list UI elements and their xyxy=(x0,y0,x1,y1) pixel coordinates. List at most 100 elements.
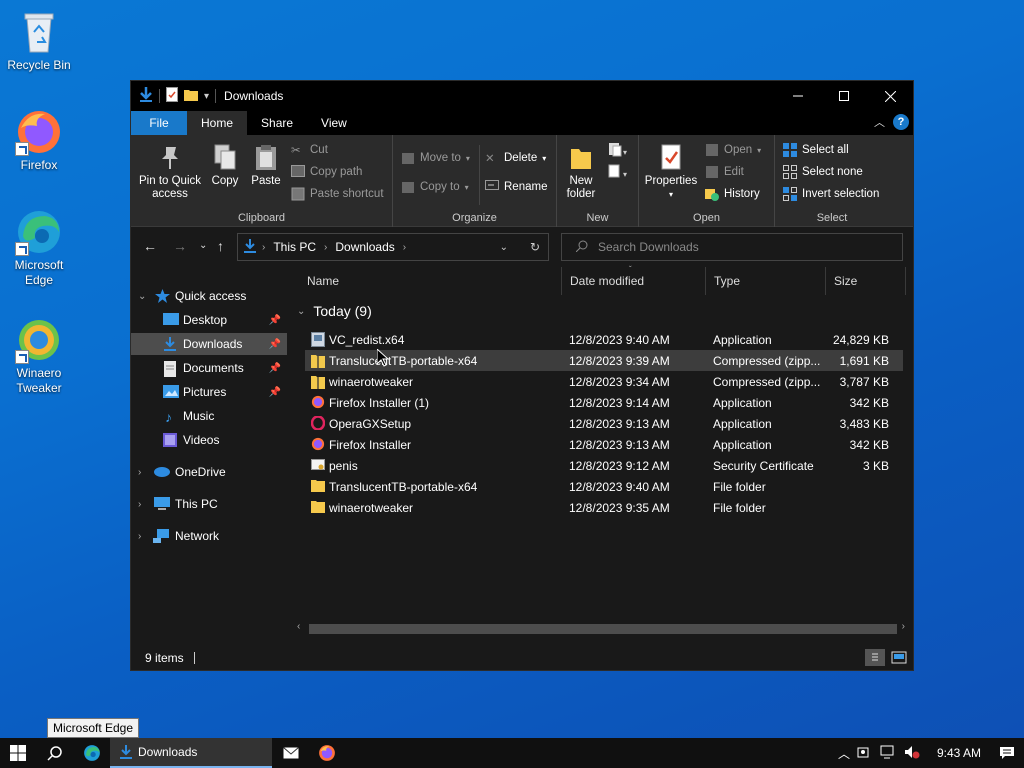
paste-button[interactable]: Paste xyxy=(247,143,285,188)
address-bar[interactable]: › This PC › Downloads › ⌄ ↻ xyxy=(237,233,549,261)
pin-to-quick-access-button[interactable]: Pin to Quick access xyxy=(137,143,203,201)
tab-share[interactable]: Share xyxy=(247,111,307,135)
file-row[interactable]: OperaGXSetup 12/8/2023 9:13 AM Application… xyxy=(305,413,903,434)
copy-icon xyxy=(211,143,239,171)
column-header-size[interactable]: Size xyxy=(826,267,906,295)
select-none-button[interactable]: Select none xyxy=(783,165,863,179)
recent-locations-button[interactable]: ⌄ xyxy=(199,240,207,251)
windows-logo-icon xyxy=(10,745,26,761)
history-button[interactable]: History xyxy=(705,187,760,201)
file-row[interactable]: winaerotweaker 12/8/2023 9:35 AM File fold… xyxy=(305,497,903,518)
file-row[interactable]: penis 12/8/2023 9:12 AM Security Certifica… xyxy=(305,455,903,476)
nav-downloads[interactable]: Downloads 📌 xyxy=(131,333,287,355)
show-hidden-icons-button[interactable]: ︿ xyxy=(832,745,856,762)
taskbar-mail[interactable] xyxy=(276,738,306,768)
clock[interactable]: 9:43 AM xyxy=(928,746,990,760)
nav-network[interactable]: › Network xyxy=(131,525,287,547)
tab-file[interactable]: File xyxy=(131,111,187,135)
column-header-type[interactable]: Type xyxy=(706,267,826,295)
column-header-date[interactable]: Date modified xyxy=(562,267,706,295)
move-to-button[interactable]: Move to ▾ xyxy=(401,151,470,165)
search-box[interactable]: Search Downloads xyxy=(561,233,903,261)
scrollbar-thumb[interactable] xyxy=(309,624,897,634)
file-row[interactable]: TranslucentTB-portable-x64 12/8/2023 9:39… xyxy=(305,350,903,371)
start-button[interactable] xyxy=(0,738,36,768)
sort-indicator-icon: ˇ xyxy=(629,265,632,274)
back-button[interactable]: ← xyxy=(143,238,157,254)
scroll-left-icon[interactable]: ‹ xyxy=(297,621,300,632)
meet-now-icon[interactable] xyxy=(856,745,880,762)
properties-icon xyxy=(657,143,685,171)
breadcrumb-downloads[interactable]: Downloads xyxy=(335,240,394,254)
tab-view[interactable]: View xyxy=(307,111,361,135)
customize-qat-icon[interactable]: ▾ xyxy=(204,91,209,102)
nav-quick-access[interactable]: ⌄ Quick access xyxy=(131,285,287,307)
new-folder-button[interactable]: New folder xyxy=(561,143,601,201)
recycle-bin-icon xyxy=(15,8,63,56)
open-button[interactable]: Open ▾ xyxy=(705,143,761,157)
file-row[interactable]: TranslucentTB-portable-x64 12/8/2023 9:40… xyxy=(305,476,903,497)
nav-onedrive[interactable]: › OneDrive xyxy=(131,461,287,483)
collapse-ribbon-icon[interactable]: ︿ xyxy=(874,114,885,130)
file-row[interactable]: winaerotweaker 12/8/2023 9:34 AM Compresse… xyxy=(305,371,903,392)
column-header-name[interactable]: Name xyxy=(299,267,562,295)
nav-desktop[interactable]: Desktop 📌 xyxy=(131,309,287,331)
desktop-folder-icon xyxy=(163,313,179,327)
svg-text:▾: ▾ xyxy=(623,170,627,179)
file-row[interactable]: Firefox Installer (1) 12/8/2023 9:14 AM Ap… xyxy=(305,392,903,413)
volume-muted-icon[interactable] xyxy=(904,745,928,762)
address-history-dropdown[interactable]: ⌄ xyxy=(500,242,508,253)
desktop-icon-edge[interactable]: Microsoft Edge xyxy=(1,208,77,288)
group-header-today[interactable]: ⌄ Today (9) xyxy=(297,303,372,319)
up-button[interactable]: ↑ xyxy=(217,238,224,254)
rename-button[interactable]: Rename xyxy=(485,180,547,194)
taskbar-firefox[interactable] xyxy=(312,738,342,768)
scroll-right-icon[interactable]: › xyxy=(902,621,905,632)
nav-pictures[interactable]: Pictures 📌 xyxy=(131,381,287,403)
desktop-icon-firefox[interactable]: Firefox xyxy=(1,108,77,173)
nav-music[interactable]: ♪ Music xyxy=(131,405,287,427)
forward-button[interactable]: → xyxy=(173,238,187,254)
invert-selection-button[interactable]: Invert selection xyxy=(783,187,879,201)
select-all-button[interactable]: Select all xyxy=(783,143,849,157)
file-row[interactable]: VC_redist.x64 12/8/2023 9:40 AM Applicatio… xyxy=(305,329,903,350)
file-row[interactable]: Firefox Installer 12/8/2023 9:13 AM Applic… xyxy=(305,434,903,455)
group-header-label: Today (9) xyxy=(313,303,372,319)
action-center-button[interactable] xyxy=(990,746,1024,760)
properties-qat-icon[interactable] xyxy=(166,87,178,105)
minimize-button[interactable] xyxy=(775,81,821,111)
edit-button[interactable]: Edit xyxy=(705,165,744,179)
copy-path-button[interactable]: Copy path xyxy=(291,165,362,179)
copy-button[interactable]: Copy xyxy=(207,143,243,188)
close-button[interactable] xyxy=(867,81,913,111)
properties-button[interactable]: Properties ▾ xyxy=(643,143,699,201)
desktop-icon-recycle-bin[interactable]: Recycle Bin xyxy=(1,8,77,73)
nav-this-pc[interactable]: › This PC xyxy=(131,493,287,515)
easy-access-button[interactable]: ▾ xyxy=(607,163,629,184)
paste-shortcut-button[interactable]: Paste shortcut xyxy=(291,187,384,201)
taskbar-edge[interactable] xyxy=(74,738,110,768)
new-item-button[interactable]: ▾ xyxy=(607,141,629,162)
new-folder-qat-icon[interactable] xyxy=(184,88,198,105)
taskbar-explorer-downloads[interactable]: Downloads xyxy=(110,738,272,768)
maximize-button[interactable] xyxy=(821,81,867,111)
search-button[interactable] xyxy=(36,738,74,768)
zip-icon xyxy=(311,353,325,368)
nav-videos[interactable]: Videos xyxy=(131,429,287,451)
network-status-icon[interactable] xyxy=(880,745,904,762)
help-button[interactable]: ? xyxy=(893,114,909,130)
refresh-button[interactable]: ↻ xyxy=(530,240,540,254)
breadcrumb-this-pc[interactable]: This PC xyxy=(273,240,316,254)
desktop-icon-winaero[interactable]: Winaero Tweaker xyxy=(1,316,77,396)
cut-button[interactable]: ✂ Cut xyxy=(291,143,328,157)
nav-documents[interactable]: Documents 📌 xyxy=(131,357,287,379)
horizontal-scrollbar[interactable]: ‹ › xyxy=(295,621,911,637)
file-date: 12/8/2023 9:40 AM xyxy=(569,480,670,494)
delete-button[interactable]: ✕ Delete ▾ xyxy=(485,151,546,165)
file-name: TranslucentTB-portable-x64 xyxy=(329,480,478,494)
copy-to-button[interactable]: Copy to ▾ xyxy=(401,180,469,194)
large-icons-view-button[interactable] xyxy=(889,649,909,666)
pin-icon: 📌 xyxy=(268,362,281,374)
tab-home[interactable]: Home xyxy=(187,111,248,135)
details-view-button[interactable] xyxy=(865,649,885,666)
